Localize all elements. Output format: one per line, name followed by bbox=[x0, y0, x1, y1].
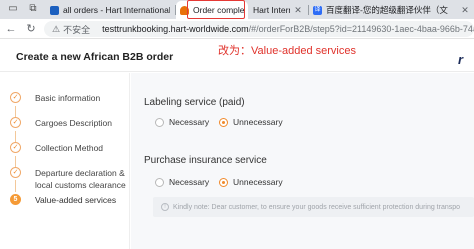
step-sidebar: ✓ Basic information ✓ Cargoes Descriptio… bbox=[0, 73, 130, 249]
step-value-added-services[interactable]: 5 Value-added services bbox=[10, 194, 116, 206]
step-label-line1: Departure declaration & bbox=[35, 168, 125, 178]
check-icon: ✓ bbox=[10, 167, 21, 178]
address-bar-row: ← ↻ ⚠ 不安全 testtrunkbooking.hart-worldwid… bbox=[0, 19, 474, 39]
step-label-line2: local customs clearance bbox=[35, 180, 126, 190]
translate-favicon-icon: 译 bbox=[313, 5, 322, 15]
tab-all-orders[interactable]: all orders - Hart International Log bbox=[46, 1, 174, 19]
notice-text: Kindly note: Dear customer, to ensure yo… bbox=[173, 203, 461, 211]
back-arrow-icon[interactable]: ← bbox=[4, 22, 18, 36]
check-icon: ✓ bbox=[10, 117, 21, 128]
tab-search-icon[interactable]: ⧉ bbox=[26, 2, 40, 16]
radio-label: Unnecessary bbox=[233, 177, 283, 187]
step-label: Basic information bbox=[35, 93, 101, 103]
step-label: Cargoes Description bbox=[35, 118, 113, 128]
labeling-necessary-radio[interactable]: Necessary bbox=[155, 117, 209, 127]
url-path: /#/orderForB2B/step5?id=21149630-1aec-4b… bbox=[248, 24, 474, 34]
radio-circle bbox=[219, 117, 228, 127]
radio-label: Necessary bbox=[169, 117, 210, 127]
insurance-notice: ! Kindly note: Dear customer, to ensure … bbox=[153, 197, 474, 217]
page-header: Create a new African B2B order 改为：Value-… bbox=[0, 40, 474, 72]
brand-logo: r bbox=[458, 52, 464, 67]
step-label: Value-added services bbox=[35, 195, 117, 205]
step-number-badge: 5 bbox=[10, 194, 21, 205]
step-collection-method[interactable]: ✓ Collection Method bbox=[10, 142, 103, 154]
main-form: Labeling service (paid) Necessary Unnece… bbox=[131, 73, 474, 249]
url-input[interactable]: ⚠ 不安全 testtrunkbooking.hart-worldwide.co… bbox=[44, 21, 474, 37]
info-icon: ! bbox=[161, 203, 169, 211]
step-label: Collection Method bbox=[35, 143, 104, 153]
window-menu-icon[interactable]: ▭ bbox=[6, 2, 20, 16]
step-cargoes-description[interactable]: ✓ Cargoes Description bbox=[10, 117, 112, 129]
radio-label: Necessary bbox=[169, 177, 210, 187]
step-basic-information[interactable]: ✓ Basic information bbox=[10, 92, 100, 104]
radio-label: Unnecessary bbox=[233, 117, 283, 127]
tab-hart-international[interactable]: Hart Internation ✕ bbox=[249, 1, 307, 19]
labeling-service-title: Labeling service (paid) bbox=[144, 97, 245, 108]
close-tab-icon[interactable]: ✕ bbox=[460, 5, 470, 16]
insecure-label: 不安全 bbox=[63, 24, 91, 35]
page-title: Create a new African B2B order bbox=[16, 51, 174, 63]
check-icon: ✓ bbox=[10, 92, 21, 103]
close-tab-icon[interactable]: ✕ bbox=[293, 5, 303, 16]
review-annotation: 改为：Value-added services bbox=[218, 45, 356, 57]
radio-circle bbox=[219, 177, 228, 187]
tab-title: all orders - Hart International Log bbox=[63, 5, 170, 15]
warning-icon: ⚠ bbox=[52, 23, 61, 34]
annotation-highlight-box bbox=[187, 0, 245, 19]
tab-title: 百度翻译-您的超级翻译伙伴（文 bbox=[326, 5, 448, 15]
tab-baidu-translate[interactable]: 译 百度翻译-您的超级翻译伙伴（文 ✕ bbox=[309, 1, 474, 19]
step-label: Departure declaration & local customs cl… bbox=[35, 167, 126, 191]
check-icon: ✓ bbox=[10, 142, 21, 153]
insurance-unnecessary-radio[interactable]: Unnecessary bbox=[219, 177, 283, 187]
radio-circle bbox=[155, 177, 164, 187]
step-departure-declaration[interactable]: ✓ Departure declaration & local customs … bbox=[10, 167, 126, 191]
url-host: testtrunkbooking.hart-worldwide.com bbox=[102, 24, 249, 34]
labeling-unnecessary-radio[interactable]: Unnecessary bbox=[219, 117, 283, 127]
insurance-service-title: Purchase insurance service bbox=[144, 155, 267, 166]
reload-icon[interactable]: ↻ bbox=[24, 22, 38, 36]
insurance-necessary-radio[interactable]: Necessary bbox=[155, 177, 209, 187]
tab-title: Hart Internation bbox=[253, 5, 290, 15]
site-favicon-icon bbox=[50, 5, 59, 15]
radio-circle bbox=[155, 117, 164, 127]
browser-tab-strip: ▭ ⧉ all orders - Hart International Log … bbox=[0, 0, 474, 19]
